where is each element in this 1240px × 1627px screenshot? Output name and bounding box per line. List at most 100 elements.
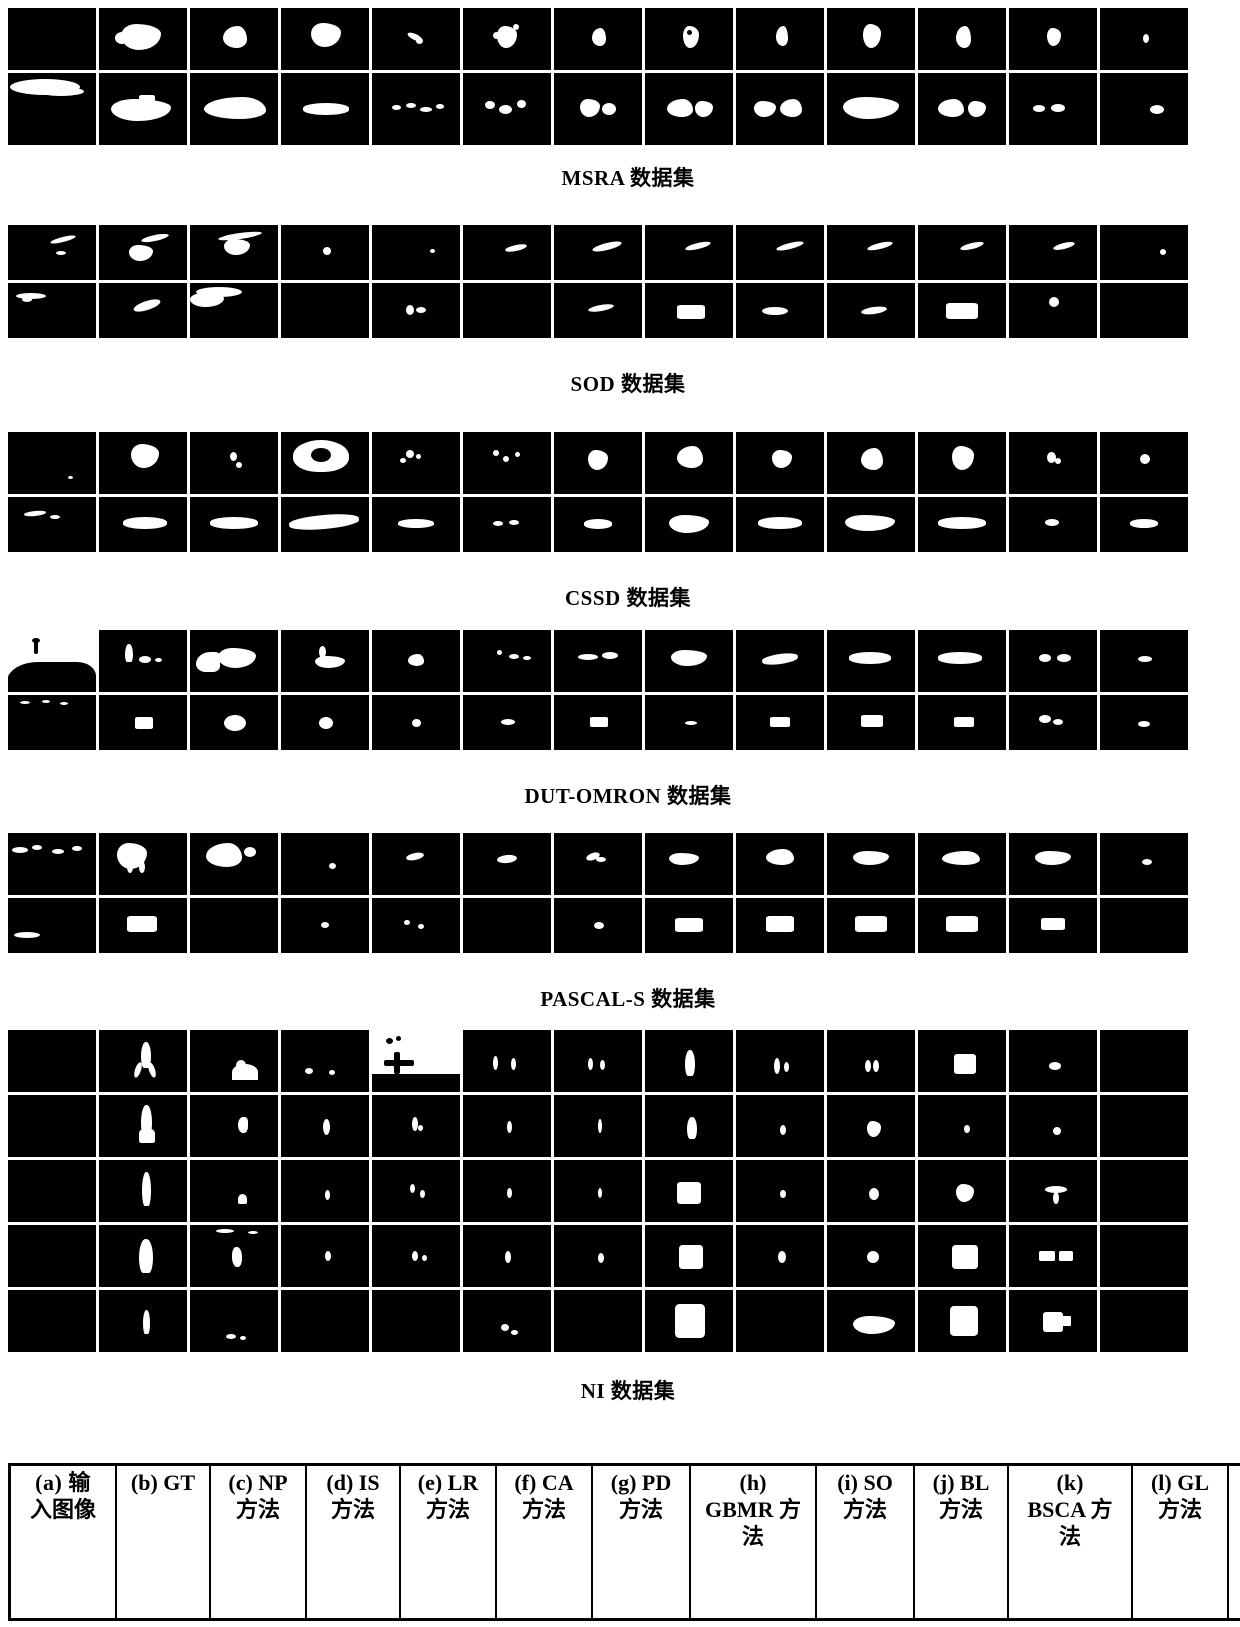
mask-blob (1053, 719, 1063, 725)
cell-so (736, 1095, 824, 1157)
mask-blob (513, 24, 519, 30)
cell-is (281, 225, 369, 280)
cell-bsca (918, 898, 1006, 953)
mask-blob (418, 924, 424, 929)
mask-blob (430, 249, 435, 253)
mask-blob (311, 23, 341, 47)
mask-blob (125, 644, 133, 662)
legend-cell-m: (m) 本 发明 方法 (1227, 1464, 1240, 1620)
cell-gt (99, 630, 187, 692)
cell-ca (463, 898, 551, 953)
cell-gl (1009, 630, 1097, 692)
cell-gt (99, 432, 187, 494)
mask-blob (1142, 859, 1152, 865)
cell-input (8, 1290, 96, 1352)
legend-cell-a: (a) 输 入图像 (9, 1464, 117, 1620)
mask-blob (400, 458, 406, 463)
cell-gt (99, 225, 187, 280)
cell-gl (1009, 283, 1097, 338)
mask-blob (602, 652, 618, 659)
mask-blob (855, 916, 887, 932)
legend-cell-e: (e) LR 方法 (399, 1464, 497, 1620)
mask-blob (127, 916, 157, 932)
cell-input (8, 695, 96, 750)
mask-blob (1039, 715, 1051, 723)
cell-gl (1009, 497, 1097, 552)
mask-blob (405, 851, 425, 862)
mask-blob (509, 520, 519, 525)
cell-gl (1009, 225, 1097, 280)
mask-blob (968, 101, 986, 117)
cell-so (736, 1030, 824, 1092)
mask-blob (1138, 656, 1152, 662)
legend-label-line2: 方法 (425, 1496, 470, 1522)
cell-ca (463, 630, 551, 692)
mask-blob (485, 101, 495, 109)
mask-blob (493, 450, 499, 456)
legend-label-line1: (f) CA (514, 1470, 574, 1495)
grid-row (8, 432, 1240, 497)
cell-np (190, 8, 278, 70)
mask-blob (772, 450, 792, 468)
mask-blob (950, 1306, 978, 1336)
cell-bsca (918, 630, 1006, 692)
mask-blob (1051, 104, 1065, 112)
cell-gbmr (645, 1290, 733, 1352)
cell-pd (554, 898, 642, 953)
mask-blob (140, 232, 170, 244)
mask-blob (946, 303, 978, 319)
mask-blob (1049, 1062, 1061, 1070)
mask-blob (493, 1056, 498, 1070)
mask-blob (770, 717, 790, 727)
dataset-block-dut-omron: DUT-OMRON 数据集 (8, 630, 1240, 807)
terrain-silhouette (8, 668, 96, 692)
mask-blob (127, 861, 133, 873)
dataset-block-sod: SOD 数据集 (8, 225, 1240, 395)
cell-lr (372, 283, 460, 338)
cell-input (8, 833, 96, 895)
cell-input (8, 1160, 96, 1222)
cell-bsca (918, 1225, 1006, 1287)
cell-so (736, 73, 824, 145)
mask-blob (946, 916, 978, 932)
legend-label-line1: (h) (739, 1470, 767, 1495)
cell-pd (554, 225, 642, 280)
mask-blob (155, 658, 162, 662)
cell-ours (1100, 695, 1188, 750)
image-grid-pascal-s (8, 833, 1240, 956)
mask-blob (517, 100, 526, 108)
legend-cell-g: (g) PD 方法 (591, 1464, 691, 1620)
mask-blob (954, 1054, 976, 1074)
cell-lr (372, 833, 460, 895)
mask-blob (1160, 249, 1166, 255)
mask-blob (873, 1060, 879, 1072)
mask-blob (146, 1061, 158, 1079)
mask-blob (72, 846, 82, 851)
mask-blob (507, 1188, 512, 1198)
mask-blob (139, 1239, 153, 1273)
cell-pd (554, 833, 642, 895)
mask-blob (677, 446, 703, 468)
legend-table: (a) 输 入图像 (b) GT (c) NP 方法 (d) IS 方法 (e)… (8, 1463, 1240, 1621)
cell-gbmr (645, 8, 733, 70)
mask-blob (238, 1194, 247, 1204)
grid-row (8, 283, 1240, 341)
mask-blob (422, 1255, 427, 1261)
mask-blob (236, 462, 242, 468)
legend-label-line2: BSCA 方 (1027, 1496, 1113, 1522)
mask-blob (56, 251, 66, 255)
cell-lr (372, 497, 460, 552)
mask-blob (493, 32, 500, 39)
legend-label-line2: 方法 (842, 1496, 887, 1522)
cell-ca (463, 8, 551, 70)
cell-ours (1100, 1290, 1188, 1352)
mask-blob (860, 305, 888, 316)
mask-blob (784, 1062, 789, 1072)
mask-blob (588, 1058, 593, 1070)
mask-blob (230, 452, 237, 461)
mask-blob (602, 103, 616, 115)
mask-blob (68, 476, 73, 479)
cell-is (281, 1030, 369, 1092)
grid-row (8, 225, 1240, 283)
mask-blob (679, 1245, 703, 1269)
